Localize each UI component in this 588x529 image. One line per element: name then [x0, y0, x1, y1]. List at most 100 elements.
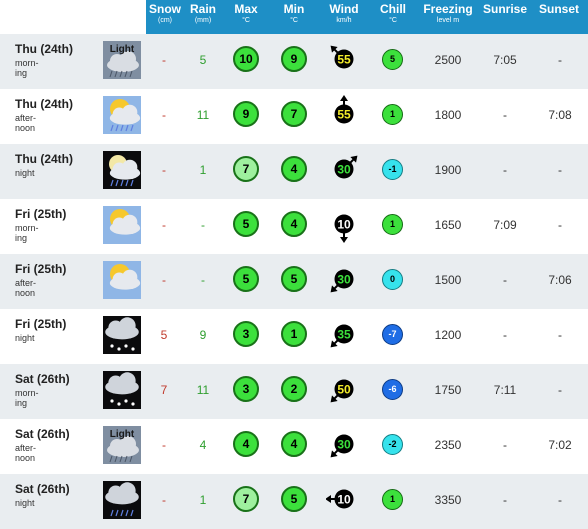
wind-arrow-icon: 30	[326, 259, 362, 299]
row-min-temp: 4	[281, 211, 307, 237]
header-max-unit: °C	[242, 17, 250, 24]
row-day: Thu (24th)	[15, 152, 73, 166]
forecast-row: Fri (25th) morn- ing - - 5 4 10 1 1650 7:09 -	[0, 199, 588, 254]
header-spacer	[0, 0, 146, 34]
row-sunrise: -	[503, 163, 507, 177]
row-min-temp: 1	[281, 321, 307, 347]
row-period: after- noon	[15, 443, 37, 463]
row-freezing-level: 1800	[434, 108, 462, 122]
svg-text:55: 55	[337, 108, 351, 122]
row-rain: 1	[199, 163, 207, 177]
forecast-row: Thu (24th) morn- ing Light -5 10 9 55 5 2500 7:05…	[0, 34, 588, 89]
wind-arrow-icon: 55	[326, 94, 362, 134]
row-period: night	[15, 333, 35, 343]
forecast-row: Sat (26th) after- noon Light -4 4 4 30 -2 2350-7…	[0, 419, 588, 474]
row-rain: -	[201, 273, 205, 287]
row-chill: -1	[382, 159, 403, 180]
row-min-temp: 7	[281, 101, 307, 127]
row-rain: 9	[199, 328, 207, 342]
row-snow: -	[162, 273, 166, 287]
row-chill: 5	[382, 49, 403, 70]
svg-text:Light: Light	[110, 44, 135, 55]
night-cloud-snow-icon	[103, 316, 141, 354]
sun-cloud-icon	[103, 261, 141, 299]
header-snow-unit: (cm)	[158, 17, 172, 24]
row-day: Sat (26th)	[15, 482, 70, 496]
row-period: after- noon	[15, 278, 37, 298]
header-rain: Rain (mm)	[185, 3, 221, 25]
row-day: Fri (25th)	[15, 317, 67, 331]
header-max-label: Max	[234, 2, 258, 16]
svg-text:Light: Light	[110, 429, 135, 440]
row-sunrise: 7:11	[493, 383, 517, 397]
row-day: Fri (25th)	[15, 262, 67, 276]
row-sunset: 7:02	[548, 438, 572, 452]
row-day: Sat (26th)	[15, 372, 70, 386]
row-sunset: -	[558, 493, 562, 507]
header-freezing: Freezing level m	[420, 3, 476, 25]
header-sunrise: Sunrise	[481, 3, 529, 16]
row-max-temp: 3	[233, 321, 259, 347]
row-day: Thu (24th)	[15, 97, 73, 111]
night-cloud-rain-icon	[103, 481, 141, 519]
row-snow: 7	[160, 383, 168, 397]
wind-arrow-icon: 30	[326, 149, 362, 189]
row-snow: -	[162, 53, 166, 67]
row-min-temp: 4	[281, 156, 307, 182]
row-max-temp: 7	[233, 156, 259, 182]
row-sunset: -	[558, 53, 562, 67]
svg-text:30: 30	[337, 438, 351, 452]
wind-arrow-icon: 10	[326, 204, 362, 244]
wind-arrow-icon: 10	[325, 479, 362, 519]
header-freezing-label: Freezing	[423, 2, 473, 16]
forecast-row: Fri (25th) after- noon - - 5 5 30 0 1500 - 7:06	[0, 254, 588, 309]
row-sunset: -	[558, 383, 562, 397]
header-chill-unit: °C	[389, 17, 397, 24]
row-min-temp: 9	[281, 46, 307, 72]
header-sunrise-label: Sunrise	[482, 2, 527, 16]
wind-arrow-icon: 30	[326, 424, 362, 464]
row-max-temp: 5	[233, 211, 259, 237]
row-period: after- noon	[15, 113, 37, 133]
row-sunset: 7:08	[548, 108, 572, 122]
row-rain: -	[201, 218, 205, 232]
row-sunrise: -	[503, 493, 507, 507]
forecast-row: Sat (26th) night - 1 7 5 10 1 3350 - -	[0, 474, 588, 529]
header-wind-unit: km/h	[336, 17, 352, 24]
header-sunset-label: Sunset	[538, 2, 579, 16]
row-day: Sat (26th)	[15, 427, 70, 441]
row-max-temp: 9	[233, 101, 259, 127]
svg-text:30: 30	[337, 163, 351, 177]
row-chill: -2	[382, 434, 403, 455]
header-snow: Snow (cm)	[147, 3, 183, 25]
header-rain-label: Rain	[189, 2, 216, 16]
row-period: morn- ing	[15, 58, 39, 78]
header-chill: Chill °C	[376, 3, 410, 25]
row-rain: 4	[199, 438, 207, 452]
header-snow-label: Snow	[149, 2, 181, 16]
light-snow-cloud-icon: Light	[103, 426, 141, 464]
row-snow: -	[162, 108, 166, 122]
row-snow: -	[162, 163, 166, 177]
forecast-header: Snow (cm) Rain (mm) Max °C Min °C Wind k…	[0, 0, 588, 34]
row-min-temp: 2	[281, 376, 307, 402]
row-sunrise: -	[503, 438, 507, 452]
row-chill: -6	[382, 379, 403, 400]
row-sunset: -	[558, 328, 562, 342]
row-rain: 11	[196, 108, 210, 122]
row-max-temp: 7	[233, 486, 259, 512]
row-day: Thu (24th)	[15, 42, 73, 56]
forecast-row: Thu (24th) after- noon - 11 9 7 55 1 1800 - 7:08	[0, 89, 588, 144]
row-period: morn- ing	[15, 388, 39, 408]
row-sunrise: -	[503, 273, 507, 287]
row-chill: 0	[382, 269, 403, 290]
row-max-temp: 5	[233, 266, 259, 292]
row-sunset: 7:06	[548, 273, 572, 287]
svg-text:30: 30	[337, 273, 351, 287]
sun-cloud-icon	[103, 206, 141, 244]
wind-arrow-icon: 55	[326, 39, 362, 79]
forecast-row: Thu (24th) night -1 7 4 30 -1 1900- -	[0, 144, 588, 199]
header-min-label: Min	[283, 2, 305, 16]
row-snow: 5	[160, 328, 168, 342]
row-freezing-level: 1750	[434, 383, 462, 397]
